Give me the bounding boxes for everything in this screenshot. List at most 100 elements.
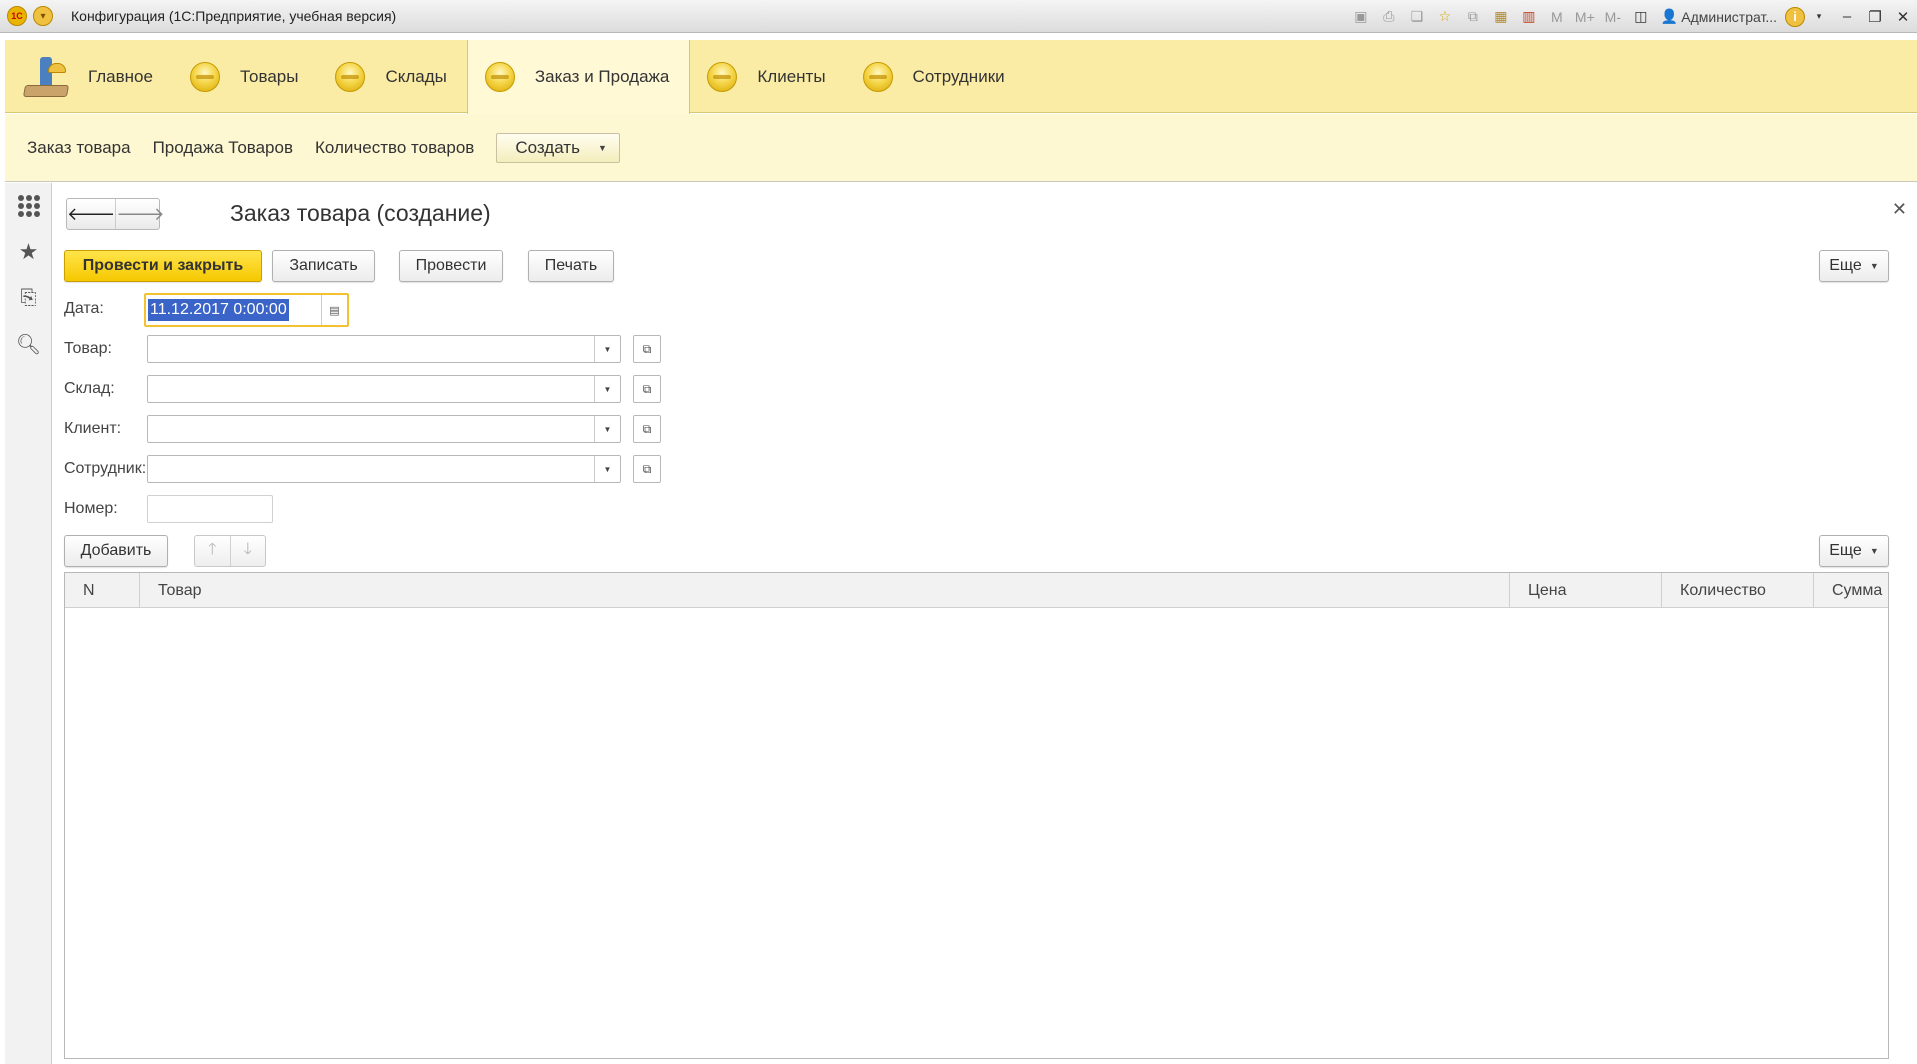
titlebar-tools: ▣ ⎙ ❏ ☆ ⧉ ▦ ▥ M M+ M- ◫ 👤 Администрат...…	[1347, 0, 1917, 33]
section-clients[interactable]: Клиенты	[690, 40, 845, 113]
calendar-icon[interactable]: ▥	[1518, 6, 1540, 28]
favorites-star-icon[interactable]: ★	[5, 229, 52, 275]
section-label: Сотрудники	[912, 66, 1005, 86]
post-button[interactable]: Провести	[399, 250, 503, 282]
number-input[interactable]	[147, 495, 273, 523]
column-header-price[interactable]: Цена	[1510, 573, 1662, 608]
product-open-icon[interactable]: ⧉	[633, 335, 661, 363]
products-table[interactable]: N Товар Цена Количество Сумма	[64, 572, 1889, 1059]
preview-icon[interactable]: ❏	[1406, 6, 1428, 28]
forward-arrow-icon[interactable]: 🡒	[116, 199, 164, 229]
column-header-quantity[interactable]: Количество	[1662, 573, 1814, 608]
user-menu[interactable]: 👤 Администрат...	[1661, 8, 1777, 25]
warehouse-input[interactable]: ▼	[147, 375, 621, 403]
save-button[interactable]: Записать	[272, 250, 375, 282]
section-products[interactable]: Товары	[173, 40, 318, 113]
close-window-icon[interactable]: ✕	[1892, 6, 1914, 28]
product-label: Товар:	[64, 340, 112, 357]
print-button[interactable]: Печать	[528, 250, 614, 282]
history-icon[interactable]: ⧉	[1462, 6, 1484, 28]
history-icon[interactable]: ⎘	[5, 275, 52, 321]
calculator-icon[interactable]: ▦	[1490, 6, 1512, 28]
section-ball-icon	[862, 61, 893, 92]
date-label: Дата:	[64, 300, 104, 317]
section-label: Заказ и Продажа	[534, 67, 670, 86]
document-form: 🡐 🡒 Заказ товара (создание) ✕ Провести и…	[53, 183, 1917, 1064]
calendar-icon[interactable]: ▤	[321, 295, 347, 325]
user-name: Администрат...	[1681, 8, 1777, 25]
chevron-down-icon: ▼	[597, 142, 607, 153]
memory-m-button[interactable]: M	[1546, 6, 1568, 28]
close-form-icon[interactable]: ✕	[1892, 199, 1907, 220]
restore-icon[interactable]: ❐	[1864, 6, 1886, 28]
history-nav: 🡐 🡒	[66, 198, 165, 230]
memory-plus-button[interactable]: M+	[1574, 6, 1596, 28]
section-orders-sales[interactable]: Заказ и Продажа	[466, 40, 691, 114]
product-input[interactable]: ▼	[147, 335, 621, 363]
print-icon[interactable]: ⎙	[1378, 6, 1400, 28]
chevron-down-icon: ▼	[1869, 261, 1879, 271]
window-title: Конфигурация (1С:Предприятие, учебная ве…	[71, 8, 397, 24]
user-icon: 👤	[1660, 8, 1679, 24]
chevron-down-icon[interactable]: ▼	[594, 336, 620, 362]
nav-link-sales[interactable]: Продажа Товаров	[153, 138, 293, 158]
minimize-icon[interactable]: –	[1836, 6, 1858, 28]
section-warehouses[interactable]: Склады	[318, 40, 466, 113]
favorites-star-icon[interactable]: ☆	[1434, 6, 1456, 28]
table-header: N Товар Цена Количество Сумма	[65, 573, 1888, 608]
employee-input[interactable]: ▼	[147, 455, 621, 483]
create-button[interactable]: Создать ▼	[496, 132, 620, 163]
home-desk-icon	[22, 55, 70, 99]
more-button[interactable]: Еще ▼	[1819, 250, 1889, 282]
column-header-n[interactable]: N	[65, 573, 140, 608]
move-up-arrow-icon[interactable]: 🡑	[195, 536, 231, 566]
more-button-label: Еще	[1829, 257, 1862, 274]
chevron-down-icon[interactable]: ▼	[594, 376, 620, 402]
section-label: Клиенты	[757, 66, 826, 86]
chevron-down-icon: ▼	[1869, 546, 1879, 556]
section-main[interactable]: Главное	[5, 40, 173, 113]
nav-link-order[interactable]: Заказ товара	[27, 138, 131, 158]
sections-panel: Главное Товары Склады Заказ и Продажа Кл…	[5, 40, 1917, 114]
section-label: Главное	[88, 66, 153, 86]
warehouse-open-icon[interactable]: ⧉	[633, 375, 661, 403]
window-titlebar: 1C ▾ Конфигурация (1С:Предприятие, учебн…	[0, 0, 1917, 33]
left-toolbar: ★ ⎘ 🔍︎	[5, 183, 52, 1064]
move-down-arrow-icon[interactable]: 🡓	[231, 536, 266, 566]
date-field[interactable]: 11.12.2017 0:00:00 ▤	[144, 293, 349, 327]
column-header-product[interactable]: Товар	[140, 573, 1510, 608]
back-arrow-icon[interactable]: 🡐	[67, 199, 117, 229]
navigation-panel: Заказ товара Продажа Товаров Количество …	[5, 114, 1917, 182]
form-title: Заказ товара (создание)	[230, 200, 491, 226]
save-icon[interactable]: ▣	[1350, 6, 1372, 28]
client-input[interactable]: ▼	[147, 415, 621, 443]
app-logo-icon[interactable]: 1C	[7, 6, 27, 26]
panels-icon[interactable]: ◫	[1630, 6, 1652, 28]
info-icon[interactable]: i	[1785, 6, 1805, 27]
chevron-down-icon[interactable]: ▼	[594, 416, 620, 442]
table-more-button[interactable]: Еще ▼	[1819, 535, 1889, 567]
section-label: Товары	[239, 66, 299, 86]
table-more-label: Еще	[1829, 542, 1862, 559]
employee-open-icon[interactable]: ⧉	[633, 455, 661, 483]
add-row-button[interactable]: Добавить	[64, 535, 168, 567]
main-menu-icon[interactable]: ▾	[33, 6, 53, 26]
memory-minus-button[interactable]: M-	[1602, 6, 1624, 28]
section-ball-icon	[484, 62, 515, 92]
all-functions-grid-icon[interactable]	[5, 183, 52, 229]
create-button-label: Создать	[515, 137, 580, 157]
info-menu-chevron-icon[interactable]: ▾	[1808, 6, 1830, 28]
section-employees[interactable]: Сотрудники	[846, 40, 1025, 113]
move-rows: 🡑 🡓	[194, 535, 266, 567]
client-label: Клиент:	[64, 420, 122, 437]
nav-link-quantity[interactable]: Количество товаров	[315, 138, 474, 158]
employee-label: Сотрудник:	[64, 460, 147, 477]
section-ball-icon	[189, 61, 220, 92]
section-ball-icon	[707, 61, 738, 92]
chevron-down-icon[interactable]: ▼	[594, 456, 620, 482]
search-icon[interactable]: 🔍︎	[5, 321, 52, 367]
section-ball-icon	[335, 61, 366, 92]
client-open-icon[interactable]: ⧉	[633, 415, 661, 443]
post-and-close-button[interactable]: Провести и закрыть	[64, 250, 262, 282]
column-header-sum[interactable]: Сумма	[1814, 573, 1888, 608]
